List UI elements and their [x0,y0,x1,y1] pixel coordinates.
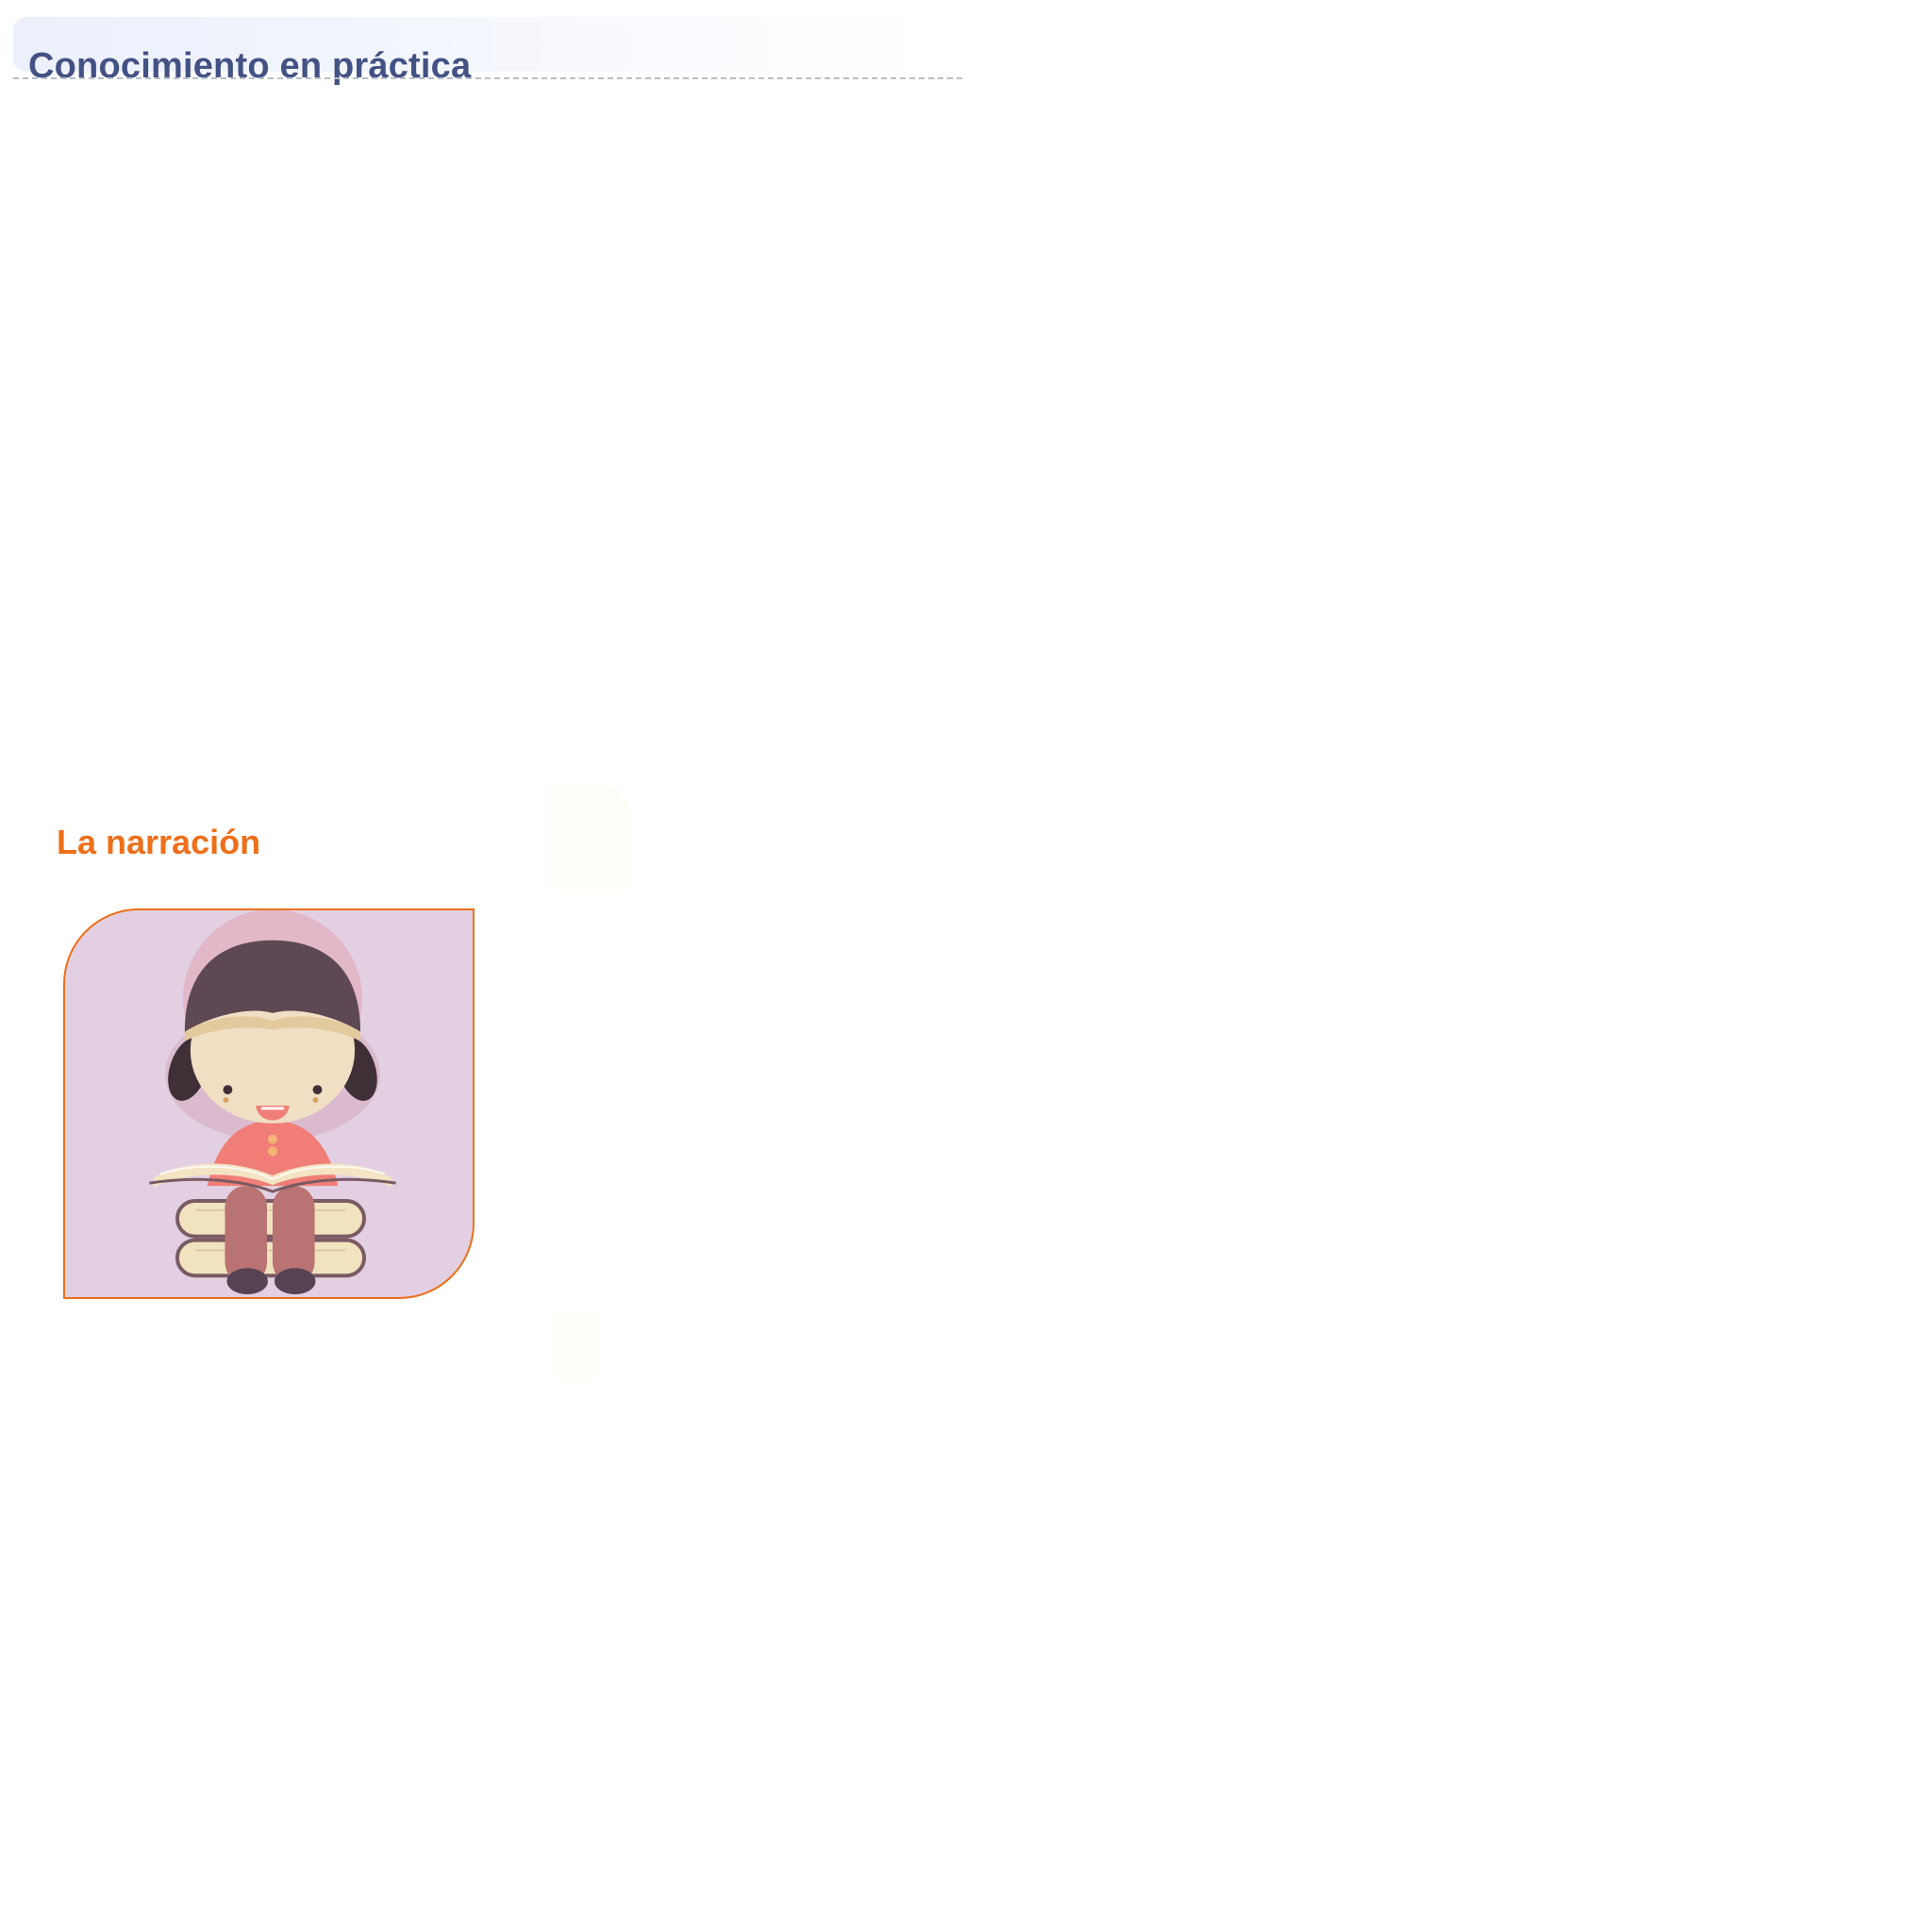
decorative-shape [549,785,630,889]
header: Conocimiento en práctica [13,17,962,86]
page-title: Conocimiento en práctica [28,46,472,87]
illustration-card [63,908,475,1299]
decorative-shape [557,1313,594,1385]
section-title: La narración [57,822,261,861]
girl-reading-book-icon [149,910,396,1295]
page: Conocimiento en práctica La narración [0,0,1932,1932]
header-divider [13,77,962,79]
